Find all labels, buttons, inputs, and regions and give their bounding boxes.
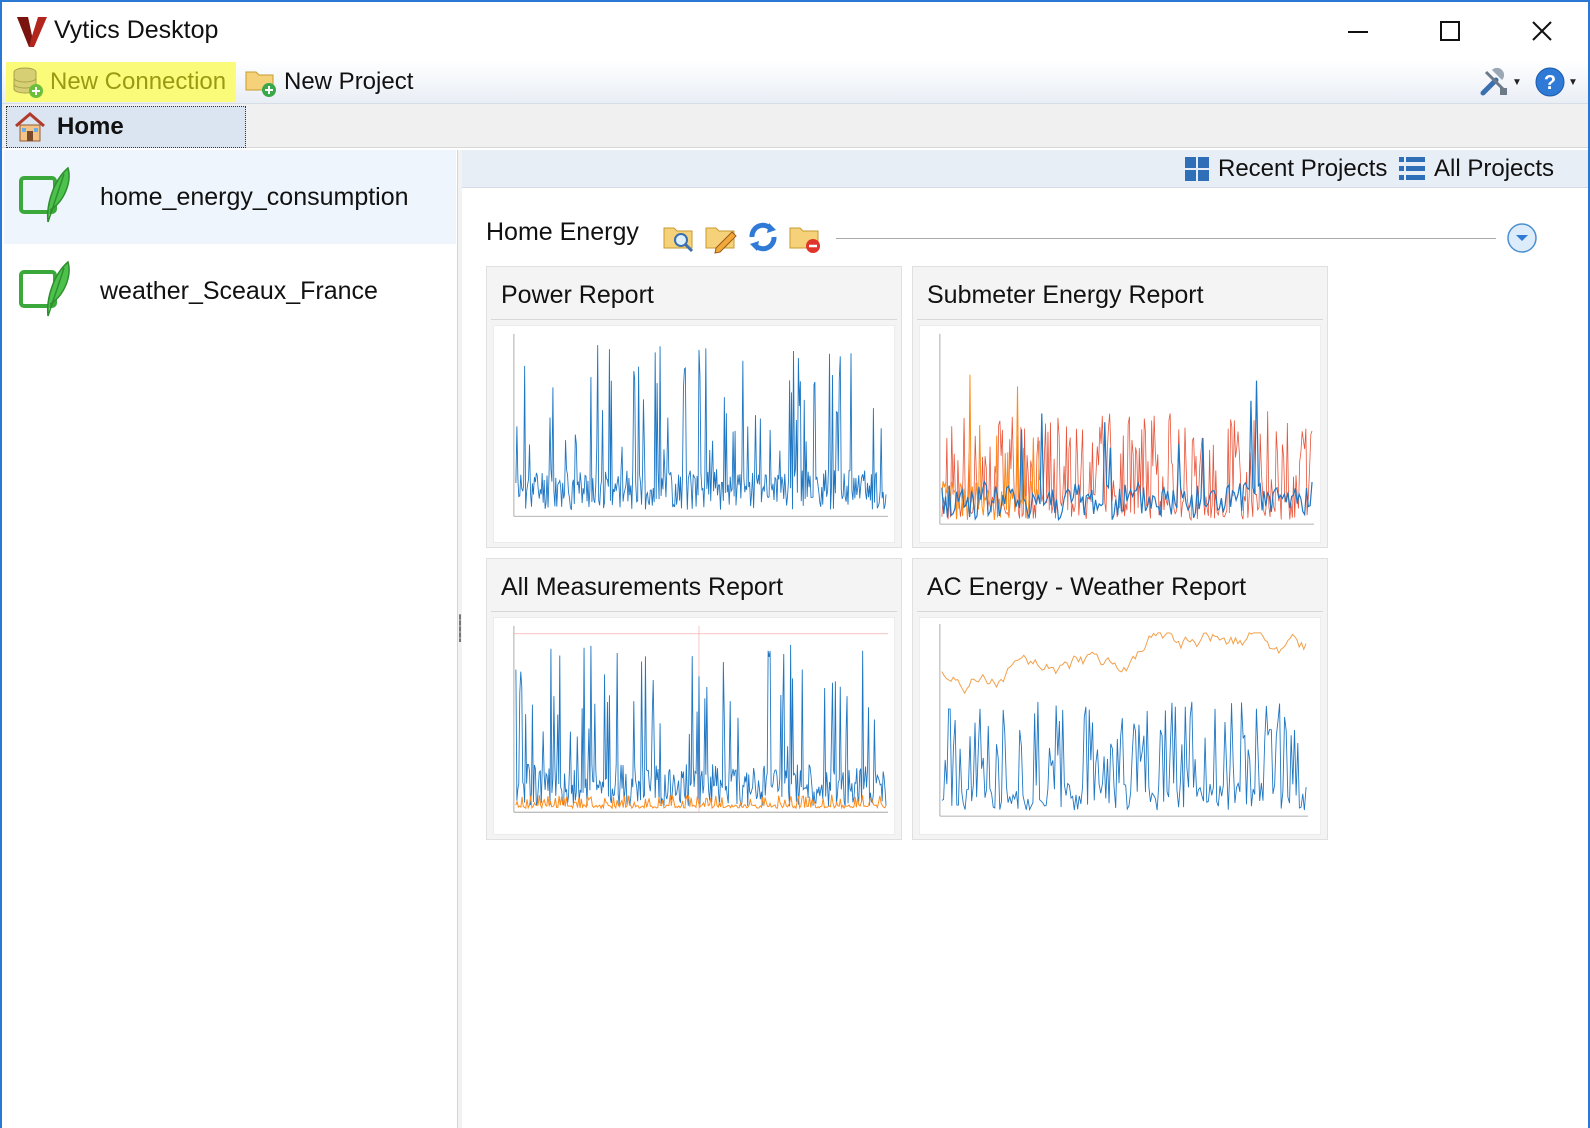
report-card-ac-energy-weather[interactable]: AC Energy - Weather Report xyxy=(912,558,1328,840)
recent-projects-button[interactable]: Recent Projects xyxy=(1184,152,1387,186)
grid-icon xyxy=(1185,157,1209,181)
remove-folder-icon[interactable] xyxy=(788,220,822,254)
sqlite-feather-icon xyxy=(19,260,70,317)
new-project-label: New Project xyxy=(284,68,414,95)
refresh-icon[interactable] xyxy=(746,220,780,254)
report-card-all-measurements[interactable]: All Measurements Report xyxy=(486,558,902,840)
report-title: AC Energy - Weather Report xyxy=(927,573,1247,601)
tab-home[interactable]: Home xyxy=(6,106,246,148)
report-card-power[interactable]: Power Report xyxy=(486,266,902,548)
connections-sidebar: home_energy_consumption weather_Sceaux_F… xyxy=(2,150,458,1128)
report-title: Submeter Energy Report xyxy=(927,281,1204,309)
database-add-icon xyxy=(13,67,43,98)
splitter-grip[interactable] xyxy=(459,614,461,642)
report-card-submeter-energy[interactable]: Submeter Energy Report xyxy=(912,266,1328,548)
project-group-header: Home Energy xyxy=(486,218,1566,258)
sidebar-item-weather-sceaux-france[interactable]: weather_Sceaux_France xyxy=(4,244,456,338)
report-thumbnail xyxy=(493,325,895,543)
sidebar-item-label: weather_Sceaux_France xyxy=(100,276,378,305)
new-connection-button[interactable]: New Connection xyxy=(6,62,236,102)
view-switcher-bar: Recent Projects All Projects xyxy=(462,150,1588,188)
recent-projects-label: Recent Projects xyxy=(1218,155,1388,182)
all-projects-label: All Projects xyxy=(1434,155,1555,182)
report-thumbnail xyxy=(919,617,1321,835)
vytics-logo-icon xyxy=(17,17,47,47)
report-thumbnail xyxy=(493,617,895,835)
sqlite-feather-icon xyxy=(19,166,70,223)
title-bar: Vytics Desktop xyxy=(2,2,1588,60)
sidebar-item-home-energy-consumption[interactable]: home_energy_consumption xyxy=(4,150,456,244)
help-menu-button[interactable]: ? ▼ xyxy=(1534,62,1586,102)
help-icon: ? xyxy=(1535,67,1565,97)
maximize-button[interactable] xyxy=(1404,2,1496,60)
list-icon xyxy=(1399,157,1425,180)
close-button[interactable] xyxy=(1496,2,1588,60)
minimize-button[interactable] xyxy=(1312,2,1404,60)
open-folder-search-icon[interactable] xyxy=(662,220,696,254)
minimize-icon xyxy=(1348,31,1368,33)
home-icon xyxy=(15,112,45,142)
maximize-icon xyxy=(1440,21,1460,41)
collapse-chevron-icon[interactable] xyxy=(1506,222,1538,254)
close-icon xyxy=(1532,21,1552,41)
report-thumbnail xyxy=(919,325,1321,543)
project-group-title: Home Energy xyxy=(486,218,639,246)
group-divider xyxy=(836,238,1496,239)
main-content: Recent Projects All Projects Home Energy xyxy=(462,150,1588,1128)
app-window: Vytics Desktop New Connection New Projec… xyxy=(0,0,1590,1128)
window-title: Vytics Desktop xyxy=(54,16,219,44)
tab-home-label: Home xyxy=(57,113,124,140)
chevron-down-icon: ▼ xyxy=(1568,76,1578,88)
report-title: Power Report xyxy=(501,281,654,309)
tools-icon xyxy=(1480,67,1507,96)
new-connection-label: New Connection xyxy=(50,68,227,95)
tab-strip: Home xyxy=(2,104,1588,148)
main-toolbar: New Connection New Project ▼ ? ▼ xyxy=(2,60,1588,104)
report-title: All Measurements Report xyxy=(501,573,784,601)
folder-add-icon xyxy=(245,71,276,97)
new-project-button[interactable]: New Project xyxy=(238,62,419,102)
svg-text:?: ? xyxy=(1544,72,1556,94)
sidebar-item-label: home_energy_consumption xyxy=(100,182,409,211)
all-projects-button[interactable]: All Projects xyxy=(1398,152,1554,186)
edit-folder-icon[interactable] xyxy=(704,220,738,254)
tools-menu-button[interactable]: ▼ xyxy=(1478,62,1534,102)
chevron-down-icon: ▼ xyxy=(1512,76,1522,88)
